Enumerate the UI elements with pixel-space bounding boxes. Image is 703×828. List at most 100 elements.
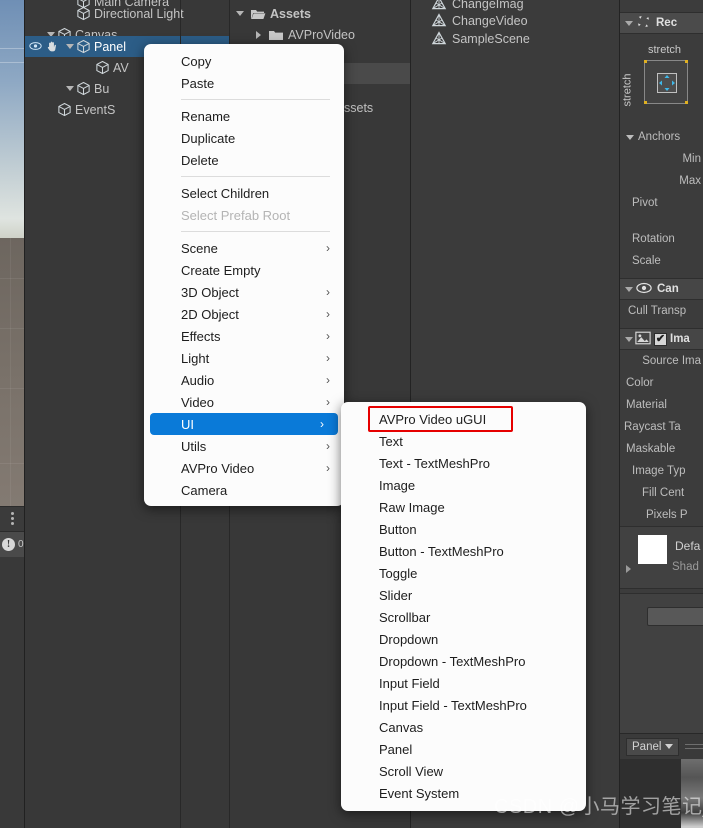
rotation-row[interactable]: Rotation — [620, 228, 703, 250]
add-component-area — [620, 593, 703, 733]
chevron-right-icon[interactable] — [252, 29, 264, 41]
submenu-item-scrollbar[interactable]: Scrollbar — [341, 606, 586, 628]
rect-transform-header[interactable]: Rec — [620, 12, 703, 34]
submenu-item-toggle[interactable]: Toggle — [341, 562, 586, 584]
cull-transparent-row[interactable]: Cull Transp — [620, 300, 703, 322]
fill-center-row[interactable]: Fill Cent — [620, 482, 703, 504]
context-menu-item-delete[interactable]: Delete — [144, 149, 344, 171]
submenu-item-dropdown-textmeshpro[interactable]: Dropdown - TextMeshPro — [341, 650, 586, 672]
project-asset-samplescene[interactable]: SampleScene — [411, 29, 620, 48]
submenu-item-scroll-view[interactable]: Scroll View — [341, 760, 586, 782]
submenu-item-slider[interactable]: Slider — [341, 584, 586, 606]
gameobject-cube-icon — [95, 60, 110, 75]
context-menu-item-label: Light — [181, 350, 210, 366]
anchor-max-row[interactable]: Max — [620, 170, 703, 192]
context-menu-item-scene[interactable]: Scene › — [144, 237, 344, 259]
pointer-hand-icon[interactable] — [45, 40, 58, 53]
material-color-swatch[interactable] — [638, 535, 667, 564]
context-menu-item-light[interactable]: Light › — [144, 347, 344, 369]
submenu-item-button-textmeshpro[interactable]: Button - TextMeshPro — [341, 540, 586, 562]
anchor-min-row[interactable]: Min — [620, 148, 703, 170]
hierarchy-item-directional-light[interactable]: Directional Light — [25, 3, 230, 24]
project-folder-avprovideo[interactable]: AVProVideo — [230, 24, 411, 45]
foldout-placeholder — [83, 62, 95, 74]
context-menu-item-ui[interactable]: UI › — [150, 413, 338, 435]
submenu-item-panel[interactable]: Panel — [341, 738, 586, 760]
material-preview-block[interactable]: Defa Shad — [620, 526, 703, 588]
chevron-down-icon[interactable] — [622, 21, 635, 26]
submenu-item-button[interactable]: Button — [341, 518, 586, 540]
context-menu-item-label: Audio — [181, 372, 215, 388]
context-menu-item-utils[interactable]: Utils › — [144, 435, 344, 457]
chevron-right-icon[interactable] — [626, 565, 631, 573]
submenu-item-avpro-video-ugui[interactable]: AVPro Video uGUI — [341, 408, 586, 430]
image-enabled-checkbox[interactable]: ✔ — [654, 332, 667, 346]
canvas-renderer-header[interactable]: Can — [620, 278, 703, 300]
chevron-down-icon[interactable] — [234, 8, 246, 20]
context-menu-item-paste[interactable]: Paste — [144, 72, 344, 94]
add-component-button[interactable] — [647, 607, 703, 626]
context-menu-item-rename[interactable]: Rename — [144, 105, 344, 127]
context-menu-item-create-empty[interactable]: Create Empty — [144, 259, 344, 281]
submenu-item-label: Text — [379, 433, 403, 449]
context-menu-item-copy[interactable]: Copy — [144, 50, 344, 72]
submenu-item-raw-image[interactable]: Raw Image — [341, 496, 586, 518]
submenu-item-text-textmeshpro[interactable]: Text - TextMeshPro — [341, 452, 586, 474]
project-folder-assets[interactable]: Assets — [230, 3, 411, 24]
rotation-label: Rotation — [632, 233, 675, 245]
submenu-item-canvas[interactable]: Canvas — [341, 716, 586, 738]
project-folder-label: Assets — [270, 6, 311, 21]
context-menu-item-2d-object[interactable]: 2D Object › — [144, 303, 344, 325]
context-menu-item-audio[interactable]: Audio › — [144, 369, 344, 391]
chevron-right-icon: › — [326, 373, 330, 387]
pivot-label: Pivot — [632, 197, 658, 209]
context-menu-item-select-children[interactable]: Select Children — [144, 182, 344, 204]
anchor-preset-widget[interactable]: stretch stretch — [620, 34, 703, 126]
chevron-down-icon[interactable] — [626, 134, 634, 140]
chevron-down-icon[interactable] — [64, 83, 76, 95]
console-status-bar[interactable]: ! 0 — [0, 532, 25, 557]
submenu-item-image[interactable]: Image — [341, 474, 586, 496]
pivot-row[interactable]: Pivot — [620, 192, 703, 214]
submenu-item-input-field[interactable]: Input Field — [341, 672, 586, 694]
chevron-down-icon[interactable] — [64, 41, 76, 53]
image-component-title: Ima — [670, 333, 690, 345]
scale-row[interactable]: Scale — [620, 250, 703, 272]
submenu-item-text[interactable]: Text — [341, 430, 586, 452]
chevron-down-icon[interactable] — [622, 287, 635, 292]
inspector-panel[interactable]: Rec stretch stretch Anchors Min Max Pivo… — [620, 0, 703, 828]
color-row[interactable]: Color — [620, 372, 703, 394]
maskable-row[interactable]: Maskable — [620, 438, 703, 460]
pixels-per-unit-row[interactable]: Pixels P — [620, 504, 703, 526]
context-menu-item-label: Duplicate — [181, 130, 236, 146]
context-menu-item-3d-object[interactable]: 3D Object › — [144, 281, 344, 303]
preview-toolbar[interactable]: Panel — [620, 733, 703, 759]
context-menu-item-camera[interactable]: Camera — [144, 479, 344, 501]
ui-submenu[interactable]: AVPro Video uGUI Text Text - TextMeshPro Im… — [341, 402, 586, 811]
anchors-foldout-row[interactable]: Anchors — [620, 126, 703, 148]
material-row[interactable]: Material — [620, 394, 703, 416]
context-menu-item-video[interactable]: Video › — [144, 391, 344, 413]
preview-object-dropdown[interactable]: Panel — [626, 737, 680, 756]
image-component-header[interactable]: ✔ Ima — [620, 328, 703, 350]
submenu-item-input-field-textmeshpro[interactable]: Input Field - TextMeshPro — [341, 694, 586, 716]
context-menu-item-effects[interactable]: Effects › — [144, 325, 344, 347]
project-asset-changevideo[interactable]: ChangeVideo — [411, 11, 620, 30]
chevron-down-icon[interactable] — [622, 337, 635, 342]
source-image-row[interactable]: Source Ima — [620, 350, 703, 372]
more-options-icon[interactable] — [11, 512, 14, 525]
context-menu-item-avpro-video[interactable]: AVPro Video › — [144, 457, 344, 479]
image-type-row[interactable]: Image Typ — [620, 460, 703, 482]
context-menu-item-label: Select Prefab Root — [181, 207, 291, 223]
submenu-item-dropdown[interactable]: Dropdown — [341, 628, 586, 650]
foldout-placeholder — [64, 8, 76, 20]
context-menu-item-duplicate[interactable]: Duplicate — [144, 127, 344, 149]
visibility-eye-icon[interactable] — [29, 40, 42, 53]
anchor-stretch-icon[interactable] — [644, 60, 688, 104]
context-menu-item-label: 2D Object — [181, 306, 239, 322]
preview-drag-handle[interactable] — [685, 741, 703, 752]
material-shader-label: Shad — [672, 561, 699, 573]
cull-transparent-label: Cull Transp — [628, 305, 687, 317]
raycast-target-row[interactable]: Raycast Ta — [620, 416, 703, 438]
hierarchy-context-menu[interactable]: Copy Paste Rename Duplicate Delete Select Chi… — [144, 44, 344, 506]
